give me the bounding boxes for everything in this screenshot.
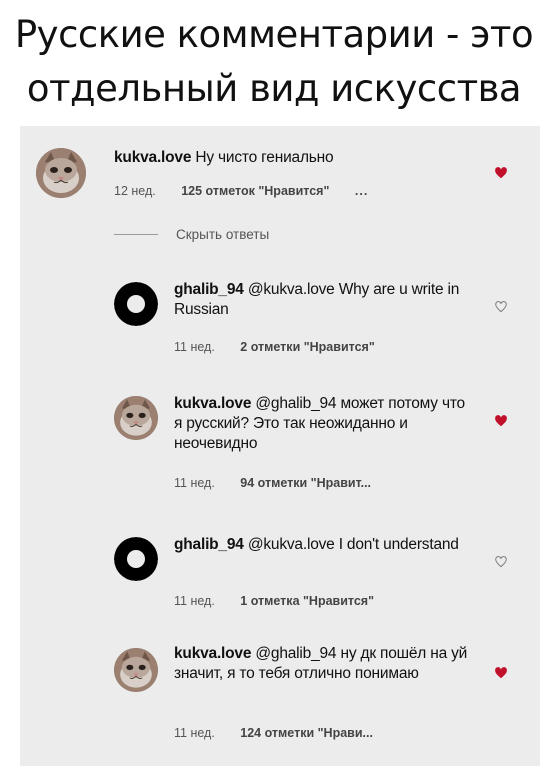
comment-text: ghalib_94 @kukva.love I don't understand <box>174 535 464 555</box>
comment-username[interactable]: kukva.love <box>174 395 251 412</box>
like-count[interactable]: 1 отметка "Нравится" <box>240 594 374 608</box>
comment-item: ghalib_94 @kukva.love Why are u write in… <box>20 266 540 376</box>
comment-meta: 11 нед. 94 отметки "Нравит... <box>174 476 371 490</box>
comment-text: kukva.love Ну чисто гениально <box>114 148 454 168</box>
like-count[interactable]: 94 отметки "Нравит... <box>240 476 371 490</box>
comment-item: ghalib_94 @kukva.love I don't understand… <box>20 521 540 621</box>
comment-item: kukva.love @ghalib_94 может потому что я… <box>20 386 540 506</box>
comment-item: kukva.love @ghalib_94 ну дк пошёл на уй … <box>20 636 540 756</box>
heart-outline-icon[interactable] <box>494 300 508 314</box>
comment-text: kukva.love @ghalib_94 может потому что я… <box>174 394 474 454</box>
heart-outline-icon[interactable] <box>494 555 508 569</box>
comment-meta: 11 нед. 1 отметка "Нравится" <box>174 594 374 608</box>
comment-time: 11 нед. <box>174 476 215 490</box>
hide-replies-button[interactable]: Скрыть ответы <box>114 227 269 242</box>
cat-avatar[interactable] <box>114 396 158 440</box>
comment-body: Ну чисто гениально <box>195 149 334 166</box>
comment-meta: 12 нед. 125 отметок "Нравится" ... <box>114 184 368 198</box>
comment-time: 11 нед. <box>174 594 215 608</box>
meme-headline: Русские комментарии - это отдельный вид … <box>0 8 548 116</box>
divider-line <box>114 234 158 235</box>
comment-username[interactable]: kukva.love <box>174 645 251 662</box>
comment-mention[interactable]: @kukva.love <box>248 281 335 298</box>
like-count[interactable]: 2 отметки "Нравится" <box>240 340 374 354</box>
like-count[interactable]: 124 отметки "Нрави... <box>240 726 373 740</box>
comment-username[interactable]: ghalib_94 <box>174 281 244 298</box>
hide-replies-label: Скрыть ответы <box>176 227 270 242</box>
comment-mention[interactable]: @ghalib_94 <box>255 395 336 412</box>
black-ring-avatar[interactable] <box>114 537 158 581</box>
headline-line-2: отдельный вид искусства <box>26 67 522 110</box>
heart-filled-icon[interactable] <box>494 166 508 180</box>
comment-username[interactable]: ghalib_94 <box>174 536 244 553</box>
headline-line-1: Русские комментарии - это <box>14 13 534 56</box>
cat-avatar[interactable] <box>36 148 86 198</box>
comment-meta: 11 нед. 124 отметки "Нрави... <box>174 726 373 740</box>
comment-body: I don't understand <box>338 536 459 553</box>
comments-screenshot: kukva.love Ну чисто гениально 12 нед. 12… <box>20 126 540 766</box>
like-count[interactable]: 125 отметок "Нравится" <box>181 184 329 198</box>
comment-time: 11 нед. <box>174 340 215 354</box>
heart-filled-icon[interactable] <box>494 414 508 428</box>
heart-filled-icon[interactable] <box>494 666 508 680</box>
comment-mention[interactable]: @ghalib_94 <box>255 645 336 662</box>
more-options-icon[interactable]: ... <box>355 184 368 198</box>
comment-username[interactable]: kukva.love <box>114 149 191 166</box>
comment-text: ghalib_94 @kukva.love Why are u write in… <box>174 280 464 320</box>
comment-item: kukva.love Ну чисто гениально 12 нед. 12… <box>20 126 540 216</box>
comment-text: kukva.love @ghalib_94 ну дк пошёл на уй … <box>174 644 474 684</box>
comment-mention[interactable]: @kukva.love <box>248 536 335 553</box>
cat-avatar[interactable] <box>114 648 158 692</box>
black-ring-avatar[interactable] <box>114 282 158 326</box>
comment-time: 11 нед. <box>174 726 215 740</box>
comment-time: 12 нед. <box>114 184 156 198</box>
comment-meta: 11 нед. 2 отметки "Нравится" <box>174 340 375 354</box>
